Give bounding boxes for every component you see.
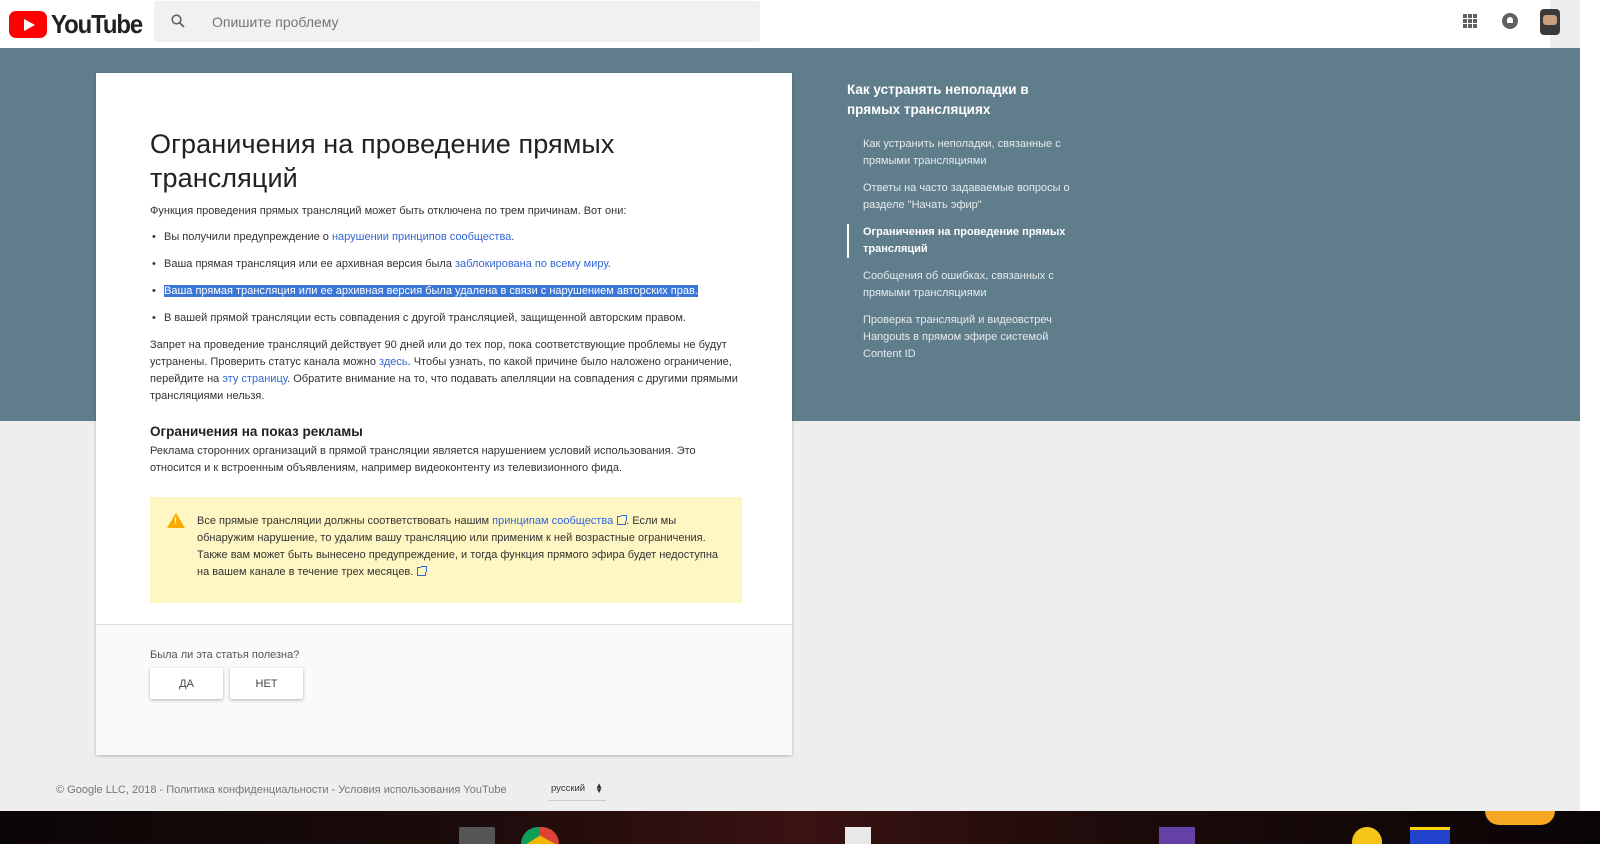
app-icon[interactable] [1352,827,1382,844]
selected-text: Ваша прямая трансляция или ее архивная в… [164,285,698,297]
window-edge [1580,0,1600,811]
channel-status-link[interactable]: здесь [379,356,408,368]
language-value: русский [551,783,586,794]
list-item: Ваша прямая трансляция или ее архивная в… [150,256,742,273]
list-item: Вы получили предупреждение о нарушении п… [150,229,742,246]
external-link-icon[interactable] [617,515,628,525]
external-link-icon[interactable] [417,566,428,576]
apps-grid-icon[interactable] [1463,14,1477,28]
blocked-worldwide-link[interactable]: заблокирована по всему миру [455,258,608,270]
select-arrows-icon: ▲ ▼ [595,781,603,795]
list-item: Ваша прямая трансляция или ее архивная в… [150,283,742,300]
document-icon[interactable] [845,827,871,844]
article-intro: Функция проведения прямых трансляций мож… [150,205,627,217]
restriction-reason-link[interactable]: эту страницу [222,373,287,385]
sidebar-list: Как устранить неполадки, связанные с пря… [847,136,1072,363]
app-icon[interactable] [1485,811,1555,825]
youtube-logo[interactable]: YouTube [9,9,150,40]
reasons-list: Вы получили предупреждение о нарушении п… [150,229,742,327]
sidebar-title: Как устранять неполадки в прямых трансля… [847,82,1029,117]
language-select[interactable]: русский ▲ ▼ [548,777,606,801]
app-icon[interactable] [459,827,495,844]
ban-paragraph: Запрет на проведение трансляций действуе… [150,339,738,402]
warning-callout: Все прямые трансляции должны соответство… [150,497,742,603]
list-item: В вашей прямой трансляции есть совпадени… [150,310,742,327]
sidebar-item-errors[interactable]: Сообщения об ошибках, связанных с прямым… [849,268,1072,302]
top-bar: YouTube [0,0,1560,48]
sidebar-item-faq[interactable]: Ответы на часто задаваемые вопросы о раз… [849,180,1072,214]
sidebar-item-restrictions[interactable]: Ограничения на проведение прямых трансля… [847,224,1072,258]
logo-text: YouTube [51,9,143,39]
app-icon[interactable] [1410,827,1450,844]
article-card: Ограничения на проведение прямых трансля… [96,73,792,755]
twitch-icon[interactable] [1159,827,1195,844]
feedback-question: Была ли эта статья полезна? [150,649,300,661]
ads-section-title: Ограничения на показ рекламы [150,424,363,439]
sidebar: Как устранять неполадки в прямых трансля… [847,80,1072,373]
chrome-icon[interactable] [521,827,559,844]
search-icon[interactable] [171,14,185,28]
community-guidelines-link[interactable]: принципам сообщества [492,515,613,527]
notifications-bell-icon[interactable] [1502,13,1518,29]
search-box [154,1,760,42]
taskbar [0,811,1600,844]
youtube-play-icon [9,11,47,38]
sidebar-item-content-id[interactable]: Проверка трансляций и видеовстреч Hangou… [849,312,1072,363]
search-input[interactable] [212,1,732,42]
footer-links[interactable]: © Google LLC, 2018 - Политика конфиденци… [56,784,507,796]
warning-text: Все прямые трансляции должны соответство… [197,515,719,578]
article-body: Ограничения на проведение прямых трансля… [150,127,742,603]
avatar[interactable] [1540,9,1560,35]
page-title: Ограничения на проведение прямых трансля… [150,129,615,193]
sidebar-item-troubleshoot[interactable]: Как устранить неполадки, связанные с пря… [849,136,1072,170]
feedback-yes-button[interactable]: ДА [150,668,223,699]
ads-paragraph: Реклама сторонних организаций в прямой т… [150,445,696,474]
community-guidelines-violation-link[interactable]: нарушении принципов сообщества [332,231,511,243]
warning-icon [167,513,185,528]
feedback-section: Была ли эта статья полезна? ДА НЕТ [96,624,792,755]
feedback-no-button[interactable]: НЕТ [230,668,303,699]
